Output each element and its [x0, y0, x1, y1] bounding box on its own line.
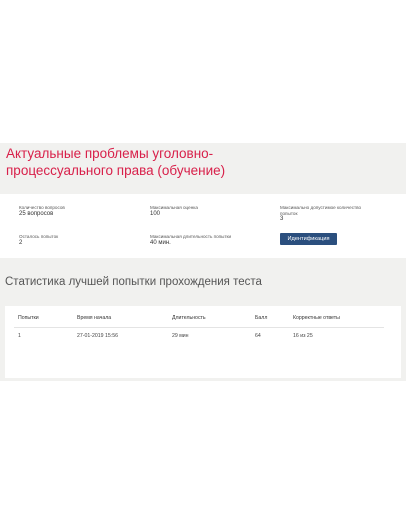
max-duration-value: 40 мин. [150, 239, 171, 246]
course-title: Актуальные проблемы уголовно- процессуал… [6, 145, 396, 179]
questions-count-label: Количество вопросов [19, 205, 65, 210]
course-title-line-2: процессуального права (обучение) [6, 163, 226, 178]
stats-title: Статистика лучшей попытки прохождения те… [5, 276, 262, 288]
cell-duration: 29 мин [172, 333, 189, 339]
max-score-value: 100 [150, 210, 161, 217]
cell-score: 64 [255, 333, 261, 339]
questions-count-value: 25 вопросов [19, 210, 54, 217]
max-score-label: Максимальная оценка [150, 205, 198, 210]
questions-count: Количество вопросов 25 вопросов [19, 205, 65, 218]
cell-attempt: 1 [18, 333, 21, 339]
column-header-duration: Длительность [172, 315, 206, 321]
cell-start-time: 27-01-2019 15:56 [77, 333, 118, 339]
max-duration-label: Максимальная длительность попытки [150, 234, 232, 239]
max-attempts: Максимально допустимое количество попыто… [280, 205, 361, 223]
cell-correct-answers: 16 из 25 [293, 333, 313, 339]
max-attempts-label-1: Максимально допустимое количество [280, 205, 362, 210]
attempts-left-label: Осталось попыток [19, 234, 59, 239]
identification-button[interactable]: Идентификация [280, 233, 337, 245]
max-score: Максимальная оценка 100 [150, 205, 198, 218]
test-info-panel [0, 194, 406, 258]
max-attempts-value: 3 [280, 216, 284, 222]
attempts-left-value: 2 [19, 239, 23, 246]
column-header-score: Балл [255, 315, 268, 321]
max-duration: Максимальная длительность попытки 40 мин… [150, 234, 231, 247]
course-title-line-1: Актуальные проблемы уголовно- [6, 146, 214, 161]
column-header-attempts: Попытки [18, 315, 39, 321]
column-header-start-time: Время начала [77, 315, 112, 321]
attempts-left: Осталось попыток 2 [19, 234, 58, 247]
column-header-correct-answers: Корректные ответы [293, 315, 340, 321]
table-divider [14, 327, 384, 328]
